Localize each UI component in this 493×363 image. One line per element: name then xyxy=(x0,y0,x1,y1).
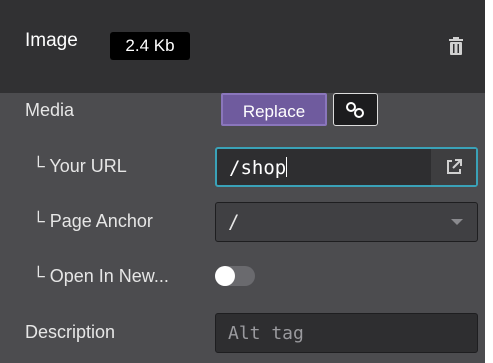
description-input[interactable] xyxy=(216,314,477,352)
description-field-wrapper xyxy=(215,313,478,353)
external-link-icon xyxy=(445,158,463,180)
link-icon xyxy=(345,101,365,124)
panel-header: Image 2.4 Kb xyxy=(0,0,485,93)
chevron-down-icon xyxy=(451,219,463,225)
panel-title: Image xyxy=(25,30,78,51)
url-value: /shop xyxy=(229,157,288,179)
image-options-panel: Image 2.4 Kb Media Replace └ Your URL /s… xyxy=(0,0,485,363)
open-new-window-label: └ Open In New... xyxy=(32,266,169,286)
url-input[interactable]: /shop xyxy=(215,147,478,187)
url-label: └ Your URL xyxy=(32,156,127,176)
open-new-window-toggle[interactable] xyxy=(215,266,255,286)
media-label: Media xyxy=(25,100,75,120)
trash-icon[interactable] xyxy=(448,36,464,56)
description-label: Description xyxy=(25,322,116,342)
replace-button[interactable]: Replace xyxy=(221,93,327,126)
page-anchor-value: / xyxy=(228,211,240,233)
file-size-badge: 2.4 Kb xyxy=(110,32,190,60)
page-anchor-label: └ Page Anchor xyxy=(32,211,153,231)
page-anchor-select[interactable]: / xyxy=(215,202,478,242)
link-button[interactable] xyxy=(333,93,378,126)
toggle-knob xyxy=(215,266,235,286)
open-url-button[interactable] xyxy=(431,149,476,185)
